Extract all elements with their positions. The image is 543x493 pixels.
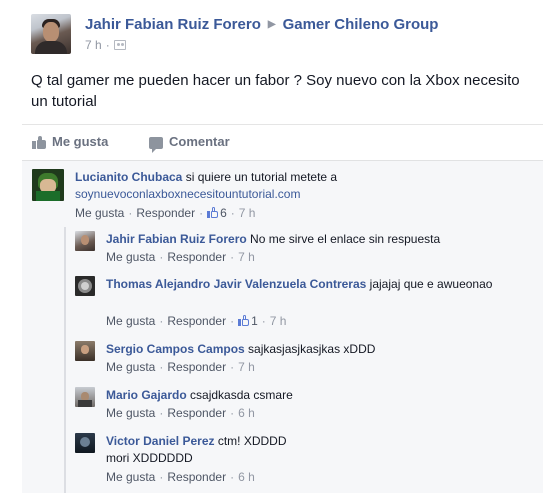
reply-text: ctm! XDDDD xyxy=(217,434,287,448)
reply-like-link[interactable]: Me gusta xyxy=(106,250,155,264)
comment-like-count[interactable]: 6 xyxy=(207,206,227,220)
comment-link[interactable]: soynuevoconlaxboxnecesitountutorial.com xyxy=(75,187,300,201)
reply-like-count[interactable]: 1 xyxy=(238,314,258,328)
reply-like-link[interactable]: Me gusta xyxy=(106,406,155,420)
reply-like-link[interactable]: Me gusta xyxy=(106,470,155,484)
group-link[interactable]: Gamer Chileno Group xyxy=(283,16,439,33)
reply-body: Mario Gajardo csajdkasda csmare xyxy=(106,387,526,404)
reply-actions: Me gusta · Responder · 7 h xyxy=(106,250,255,264)
reply-actions: Me gusta · Responder · 1 · 7 h xyxy=(106,314,287,328)
reply-avatar[interactable] xyxy=(75,387,95,407)
reply-author[interactable]: Thomas Alejandro Javir Valenzuela Contre… xyxy=(106,277,366,291)
comment-actions: Me gusta · Responder · 6 · 7 h xyxy=(75,206,256,220)
reply-time[interactable]: 6 h xyxy=(238,470,255,484)
reply-text: sajkasjasjkasjkas xDDD xyxy=(248,342,376,356)
comment-reply-link[interactable]: Responder xyxy=(136,206,195,220)
reply-actions: Me gusta · Responder · 7 h xyxy=(106,360,255,374)
comment-button[interactable]: Comentar xyxy=(149,134,230,153)
reply-body: Thomas Alejandro Javir Valenzuela Contre… xyxy=(106,276,516,293)
reply-reply-link[interactable]: Responder xyxy=(167,360,226,374)
comment-icon xyxy=(149,136,163,153)
comment-like-link[interactable]: Me gusta xyxy=(75,206,124,220)
post-time[interactable]: 7 h xyxy=(85,38,102,52)
reply-avatar[interactable] xyxy=(75,341,95,361)
reply-actions: Me gusta · Responder · 6 h xyxy=(106,470,255,484)
post-card: Jahir Fabian Ruiz Forero ▶ Gamer Chileno G… xyxy=(0,0,543,493)
thumbs-up-icon xyxy=(32,136,46,150)
post-text: Q tal gamer me pueden hacer un fabor ? S… xyxy=(31,72,520,110)
reply-author[interactable]: Mario Gajardo xyxy=(106,388,187,402)
arrow-right-icon: ▶ xyxy=(267,19,276,30)
comments-section: Lucianito Chubaca si quiere un tutorial … xyxy=(22,160,543,493)
reply-text: jajajaj que e awueonao xyxy=(369,277,493,291)
like-count-icon xyxy=(207,207,219,218)
reply-like-link[interactable]: Me gusta xyxy=(106,360,155,374)
reply-body: Jahir Fabian Ruiz Forero No me sirve el … xyxy=(106,231,526,248)
reply-avatar[interactable] xyxy=(75,231,95,251)
reply-avatar[interactable] xyxy=(75,276,95,296)
reply-author[interactable]: Victor Daniel Perez xyxy=(106,434,215,448)
reply-avatar[interactable] xyxy=(75,433,95,453)
reply-like-link[interactable]: Me gusta xyxy=(106,314,155,328)
reply-body: Sergio Campos Campos sajkasjasjkasjkas x… xyxy=(106,341,526,358)
post-meta: 7 h · xyxy=(85,38,126,52)
reply-text-line2: mori XDDDDDD xyxy=(106,451,193,465)
reply-author[interactable]: Sergio Campos Campos xyxy=(106,342,245,356)
reply-reply-link[interactable]: Responder xyxy=(167,406,226,420)
author-avatar[interactable] xyxy=(31,14,71,54)
reply-time[interactable]: 7 h xyxy=(238,250,255,264)
comment-text: si quiere un tutorial metete a xyxy=(185,170,338,184)
reply-time[interactable]: 7 h xyxy=(238,360,255,374)
post-title: Jahir Fabian Ruiz Forero ▶ Gamer Chileno G… xyxy=(85,16,438,33)
reply-reply-link[interactable]: Responder xyxy=(167,314,226,328)
post-author-link[interactable]: Jahir Fabian Ruiz Forero xyxy=(85,16,261,33)
meta-separator: · xyxy=(105,38,110,52)
reply-time[interactable]: 7 h xyxy=(270,314,287,328)
comment-body: Lucianito Chubaca si quiere un tutorial … xyxy=(75,169,535,203)
post-header: Jahir Fabian Ruiz Forero ▶ Gamer Chileno G… xyxy=(31,14,531,58)
commenter-avatar[interactable] xyxy=(32,169,64,201)
comment-author[interactable]: Lucianito Chubaca xyxy=(75,170,182,184)
like-count-icon xyxy=(238,315,250,326)
reply-text: No me sirve el enlace sin respuesta xyxy=(250,232,441,246)
reply-body: Victor Daniel Perez ctm! XDDDD mori XDDD… xyxy=(106,433,526,467)
like-button[interactable]: Me gusta xyxy=(32,134,108,150)
reply-actions: Me gusta · Responder · 6 h xyxy=(106,406,255,420)
reply-reply-link[interactable]: Responder xyxy=(167,250,226,264)
reply-thread-line xyxy=(64,227,66,493)
group-audience-icon xyxy=(113,40,126,50)
reply-text: csajdkasda csmare xyxy=(190,388,293,402)
reply-reply-link[interactable]: Responder xyxy=(167,470,226,484)
post-actions: Me gusta Comentar xyxy=(22,124,543,160)
reply-author[interactable]: Jahir Fabian Ruiz Forero xyxy=(106,232,247,246)
reply-time[interactable]: 6 h xyxy=(238,406,255,420)
comment-time[interactable]: 7 h xyxy=(239,206,256,220)
